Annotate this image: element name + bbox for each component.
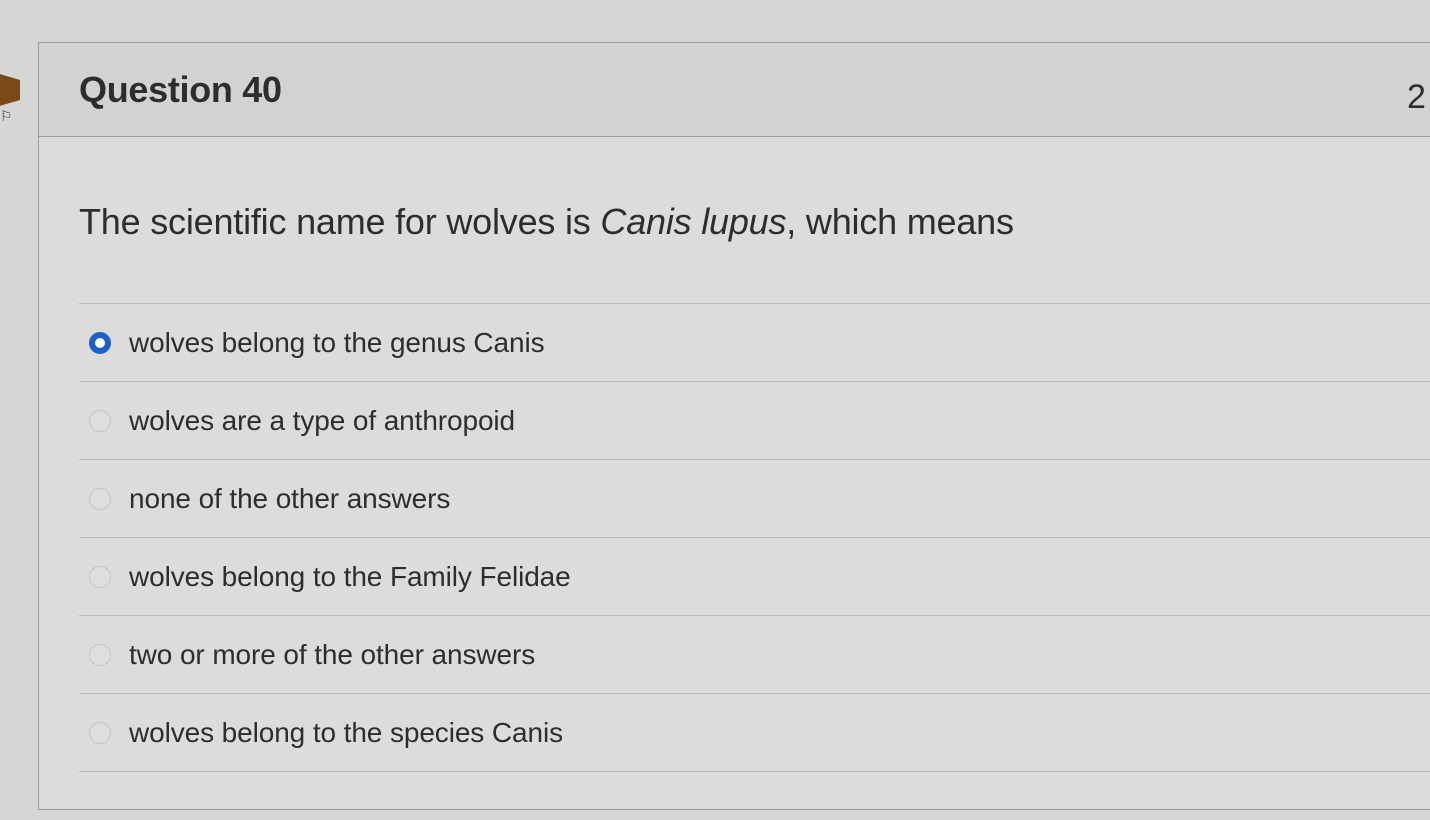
answer-label[interactable]: wolves belong to the Family Felidae <box>129 561 571 593</box>
question-card: Question 40 2 The scientific name for wo… <box>38 42 1430 810</box>
bookmark-icon: ⚐ <box>0 108 13 124</box>
quiz-page: ⚐ Question 40 2 The scientific name for … <box>0 0 1430 820</box>
question-header: Question 40 2 <box>39 43 1430 137</box>
answer-label[interactable]: wolves belong to the species Canis <box>129 717 563 749</box>
question-text-end: , which means <box>786 201 1014 242</box>
question-text: The scientific name for wolves is Canis … <box>79 201 1014 243</box>
answer-label[interactable]: wolves are a type of anthropoid <box>129 405 515 437</box>
answer-option[interactable]: wolves are a type of anthropoid <box>79 382 1430 460</box>
answers-list: wolves belong to the genus Canis wolves … <box>79 303 1430 772</box>
radio-button[interactable] <box>89 487 111 510</box>
answer-label[interactable]: wolves belong to the genus Canis <box>129 327 545 359</box>
radio-button[interactable] <box>89 721 111 744</box>
radio-button[interactable] <box>89 643 111 666</box>
answer-option[interactable]: wolves belong to the Family Felidae <box>79 538 1430 616</box>
radio-button[interactable] <box>89 331 111 354</box>
question-points: 2 <box>1407 78 1426 116</box>
question-title: Question 40 <box>79 69 282 110</box>
answer-option[interactable]: two or more of the other answers <box>79 616 1430 694</box>
answer-option[interactable]: none of the other answers <box>79 460 1430 538</box>
answer-label[interactable]: none of the other answers <box>129 483 450 515</box>
question-text-start: The scientific name for wolves is <box>79 201 601 242</box>
answer-option[interactable]: wolves belong to the species Canis <box>79 694 1430 772</box>
radio-button[interactable] <box>89 565 111 588</box>
answer-label[interactable]: two or more of the other answers <box>129 639 535 671</box>
flag-icon[interactable] <box>0 70 20 110</box>
radio-button[interactable] <box>89 409 111 432</box>
scientific-name: Canis lupus <box>600 201 787 242</box>
answer-option[interactable]: wolves belong to the genus Canis <box>79 304 1430 382</box>
